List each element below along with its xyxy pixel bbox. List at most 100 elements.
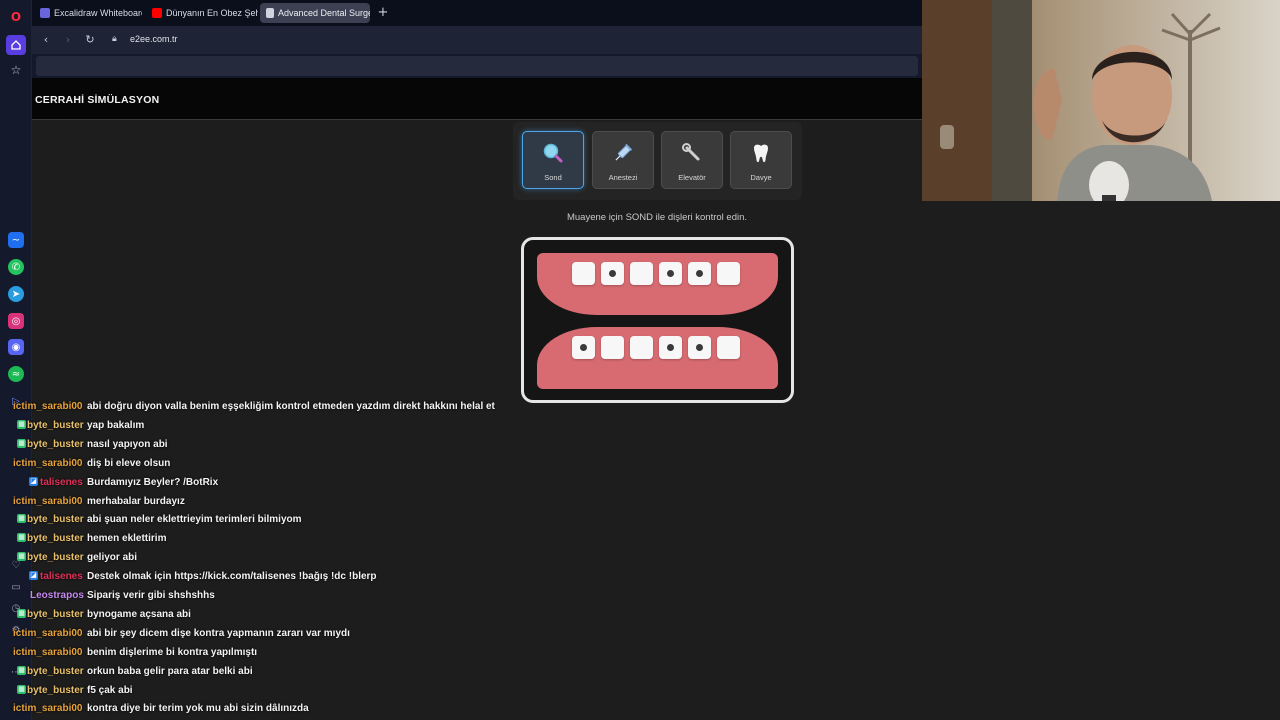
lower-tooth[interactable]: [630, 336, 653, 359]
chat-username[interactable]: byte_buster: [27, 439, 84, 450]
tab-label: Dünyanın En Obez Şehrind: [166, 8, 258, 18]
discord-icon[interactable]: ◉: [8, 339, 24, 355]
url-field[interactable]: e2ee.com.tr: [130, 34, 178, 44]
chat-badge-icon: ▦: [17, 665, 26, 675]
tool-elevator-button[interactable]: Elevatör: [661, 131, 723, 189]
tab-dental-surgery[interactable]: Advanced Dental Surgery: [260, 3, 370, 23]
excalidraw-icon: [40, 8, 50, 18]
chat-username[interactable]: talisenes: [40, 571, 83, 582]
chat-message: ▦ byte_buster f5 çak abi: [0, 682, 560, 701]
chat-message: ▦ byte_buster nasıl yapıyon abi: [0, 436, 560, 455]
lower-tooth[interactable]: [572, 336, 595, 359]
chat-username[interactable]: byte_buster: [27, 552, 84, 563]
tool-davye-button[interactable]: Davye: [730, 131, 792, 189]
chat-badge-icon: ◪: [29, 571, 38, 581]
tool-anestezi-button[interactable]: Anestezi: [592, 131, 654, 189]
page-header: CERRAHİ SİMÜLASYON: [32, 78, 922, 120]
upper-tooth[interactable]: [717, 262, 740, 285]
chat-message: ictim_sarabi00 abi bir şey dicem dişe kon…: [0, 625, 560, 644]
tab-label: Advanced Dental Surgery: [278, 8, 370, 18]
chat-text: merhabalar burdayız: [87, 495, 185, 507]
star-icon[interactable]: ☆: [8, 62, 24, 78]
chat-text: bynogame açsana abi: [87, 608, 191, 620]
chat-message: ▦ byte_buster orkun baba gelir para atar b…: [0, 663, 560, 682]
chat-username[interactable]: ictim_sarabi00: [13, 647, 83, 658]
chat-text: Burdamıyız Beyler? /BotRix: [87, 476, 219, 488]
chat-username[interactable]: Leostrapos: [30, 590, 84, 601]
chat-text: geliyor abi: [87, 552, 138, 564]
lower-gum: [537, 327, 778, 389]
instagram-icon[interactable]: ◎: [8, 313, 24, 329]
chat-username[interactable]: byte_buster: [27, 514, 84, 525]
chat-username[interactable]: ictim_sarabi00: [13, 703, 83, 714]
cavity-icon: [667, 270, 674, 277]
chat-message: ▦ byte_buster geliyor abi: [0, 549, 560, 568]
cavity-icon: [696, 270, 703, 277]
chat-text: kontra diye bir terim yok mu abi sizin d…: [87, 703, 309, 715]
chat-badge-icon: ▦: [17, 514, 26, 524]
messenger-icon[interactable]: ~: [8, 232, 24, 248]
chat-message: ▦ byte_buster yap bakalım: [0, 417, 560, 436]
lock-icon: 🔒︎: [112, 34, 117, 44]
chat-text: yap bakalım: [87, 419, 145, 431]
chat-badge-icon: ◪: [29, 476, 38, 486]
cavity-icon: [580, 344, 587, 351]
chat-username[interactable]: byte_buster: [27, 533, 84, 544]
tooth-icon: [750, 142, 772, 164]
wrench-icon: [681, 142, 703, 164]
chat-message: ▦ byte_buster bynogame açsana abi: [0, 606, 560, 625]
spotify-icon[interactable]: ≈: [8, 366, 24, 382]
chat-text: Sipariş verir gibi shshshhs: [87, 590, 215, 601]
reload-icon[interactable]: ↻: [82, 32, 98, 48]
chat-username[interactable]: byte_buster: [27, 666, 84, 677]
chat-username[interactable]: talisenes: [40, 477, 83, 488]
lower-tooth[interactable]: [688, 336, 711, 359]
upper-tooth[interactable]: [688, 262, 711, 285]
tool-label: Elevatör: [678, 173, 706, 182]
lower-tooth[interactable]: [717, 336, 740, 359]
chat-username[interactable]: byte_buster: [27, 685, 84, 696]
syringe-icon: [612, 142, 634, 164]
lower-tooth[interactable]: [601, 336, 624, 359]
tab-bar: Excalidraw Whiteboard Dünyanın En Obez Ş…: [32, 0, 922, 26]
chat-username[interactable]: ictim_sarabi00: [13, 401, 83, 412]
mouth-view: [521, 237, 794, 403]
upper-tooth[interactable]: [659, 262, 682, 285]
whatsapp-icon[interactable]: ✆: [8, 259, 24, 275]
tool-sond-button[interactable]: Sond: [522, 131, 584, 189]
chat-text: benim dişlerime bi kontra yapılmıştı: [87, 646, 258, 658]
chat-message: ictim_sarabi00 kontra diye bir terim yok …: [0, 700, 560, 719]
upper-tooth[interactable]: [630, 262, 653, 285]
chat-username[interactable]: byte_buster: [27, 609, 84, 620]
chat-text: abi doğru diyon valla benim eşşekliğim k…: [87, 401, 495, 412]
chat-message: ◪ talisenes Burdamıyız Beyler? /BotRix: [0, 474, 560, 493]
new-tab-button[interactable]: +: [376, 6, 390, 20]
telegram-icon[interactable]: ➤: [8, 286, 24, 302]
lower-tooth[interactable]: [659, 336, 682, 359]
chat-text: Destek olmak için https://kick.com/talis…: [87, 571, 377, 583]
forward-icon[interactable]: ›: [60, 32, 76, 48]
chat-username[interactable]: ictim_sarabi00: [13, 496, 83, 507]
chat-message: Leostrapos Sipariş verir gibi shshshhs: [0, 587, 560, 606]
chat-message: ▦ byte_buster abi şuan neler eklettrieyim …: [0, 511, 560, 530]
cavity-icon: [667, 344, 674, 351]
cavity-icon: [696, 344, 703, 351]
chat-username[interactable]: ictim_sarabi00: [13, 628, 83, 639]
chat-badge-icon: ▦: [17, 438, 26, 448]
upper-tooth[interactable]: [572, 262, 595, 285]
upper-gum: [537, 253, 778, 315]
opera-logo-icon[interactable]: O: [8, 9, 24, 25]
back-icon[interactable]: ‹: [38, 32, 54, 48]
upper-tooth[interactable]: [601, 262, 624, 285]
tab-excalidraw[interactable]: Excalidraw Whiteboard: [34, 3, 142, 23]
chat-badge-icon: ▦: [17, 533, 26, 543]
chat-username[interactable]: byte_buster: [27, 420, 84, 431]
chat-username[interactable]: ictim_sarabi00: [13, 458, 83, 469]
webcam-overlay: [922, 0, 1280, 201]
tool-label: Sond: [544, 173, 562, 182]
tab-youtube[interactable]: Dünyanın En Obez Şehrind: [146, 3, 258, 23]
chat-badge-icon: ▦: [17, 419, 26, 429]
chat-message: ictim_sarabi00 benim dişlerime bi kontra …: [0, 644, 560, 663]
home-icon[interactable]: [6, 35, 26, 55]
chat-text: f5 çak abi: [87, 684, 133, 696]
